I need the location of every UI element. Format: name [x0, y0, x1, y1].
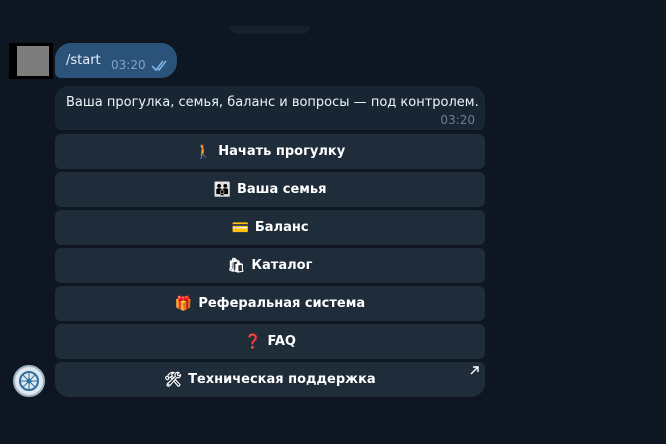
tools-icon: 🛠: [164, 371, 183, 388]
external-link-arrow-icon: [470, 366, 479, 375]
support-label: Техническая поддержка: [188, 372, 376, 387]
scroll-indicator: [230, 26, 310, 34]
outgoing-message-time: 03:20: [111, 58, 146, 72]
bot-avatar[interactable]: [13, 365, 45, 397]
user-avatar-image: [17, 46, 49, 76]
incoming-message-text: Ваша прогулка, семья, баланс и вопросы —…: [66, 95, 479, 110]
double-check-icon: [151, 60, 167, 72]
paw-wheel-icon: [19, 371, 39, 391]
referral-label: Реферальная система: [198, 296, 366, 311]
start-walk-label: Начать прогулку: [218, 144, 346, 159]
outgoing-message-text: /start: [66, 53, 101, 68]
gift-icon: 🎁: [174, 295, 193, 312]
start-walk-button[interactable]: 🚶 Начать прогулку: [55, 134, 485, 169]
faq-button[interactable]: ❓ FAQ: [55, 324, 485, 359]
user-avatar[interactable]: [9, 43, 53, 79]
incoming-message-time: 03:20: [440, 113, 475, 127]
outgoing-message[interactable]: /start 03:20: [55, 43, 177, 78]
chat-view: /start 03:20 Ваша прогулка, семья, балан…: [0, 0, 666, 444]
question-mark-icon: ❓: [244, 333, 262, 350]
credit-card-icon: 💳: [231, 219, 249, 236]
faq-label: FAQ: [267, 334, 296, 349]
support-button[interactable]: 🛠 Техническая поддержка: [55, 362, 485, 397]
catalog-label: Каталог: [251, 258, 313, 273]
incoming-message[interactable]: Ваша прогулка, семья, баланс и вопросы —…: [55, 86, 485, 130]
walking-person-icon: 🚶: [194, 143, 213, 160]
balance-button[interactable]: 💳 Баланс: [55, 210, 485, 245]
referral-button[interactable]: 🎁 Реферальная система: [55, 286, 485, 321]
shopping-bags-icon: 🛍: [227, 257, 246, 274]
catalog-button[interactable]: 🛍 Каталог: [55, 248, 485, 283]
balance-label: Баланс: [254, 220, 309, 235]
family-icon: 👪: [213, 181, 231, 198]
family-button[interactable]: 👪 Ваша семья: [55, 172, 485, 207]
family-label: Ваша семья: [236, 182, 327, 197]
